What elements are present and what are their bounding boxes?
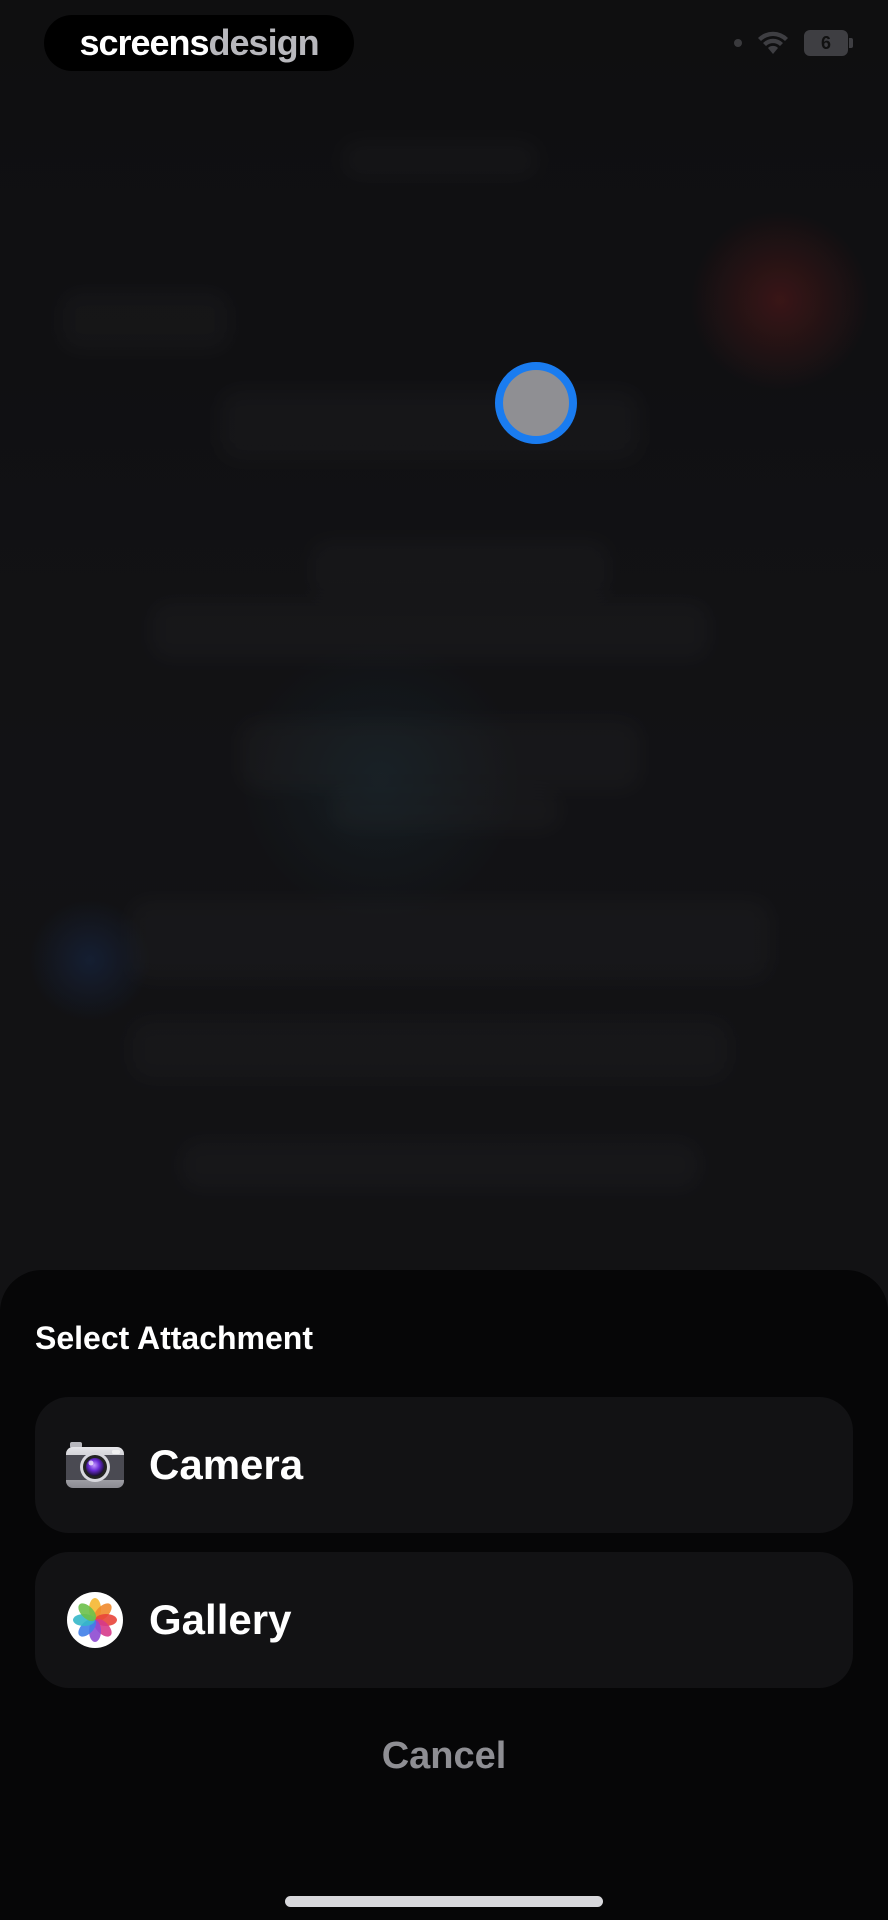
cancel-button[interactable]: Cancel [0, 1735, 888, 1778]
camera-option-label: Camera [149, 1441, 304, 1488]
photos-icon [63, 1588, 127, 1652]
watermark-text-light: design [208, 22, 320, 63]
touch-indicator [495, 362, 577, 444]
camera-icon [63, 1433, 127, 1497]
sheet-title: Select Attachment [35, 1320, 313, 1356]
gallery-option-label: Gallery [149, 1596, 292, 1643]
watermark-text: screensdesign [79, 22, 320, 64]
home-indicator[interactable] [285, 1896, 603, 1907]
attachment-sheet: Select Attachment Camera Gallery Cancel [0, 1270, 888, 1920]
battery-icon: 6 [804, 30, 853, 56]
battery-level: 6 [820, 32, 831, 53]
status-icons: 6 [734, 30, 853, 56]
privacy-dot-icon [734, 39, 742, 47]
watermark-text-bold: screens [79, 22, 209, 63]
screen: screensdesign 6 Select Attachment Camera… [0, 0, 888, 1920]
wifi-icon [758, 31, 788, 54]
screensdesign-watermark: screensdesign [44, 15, 354, 71]
camera-option[interactable]: Camera [35, 1397, 853, 1533]
gallery-option[interactable]: Gallery [35, 1552, 853, 1688]
